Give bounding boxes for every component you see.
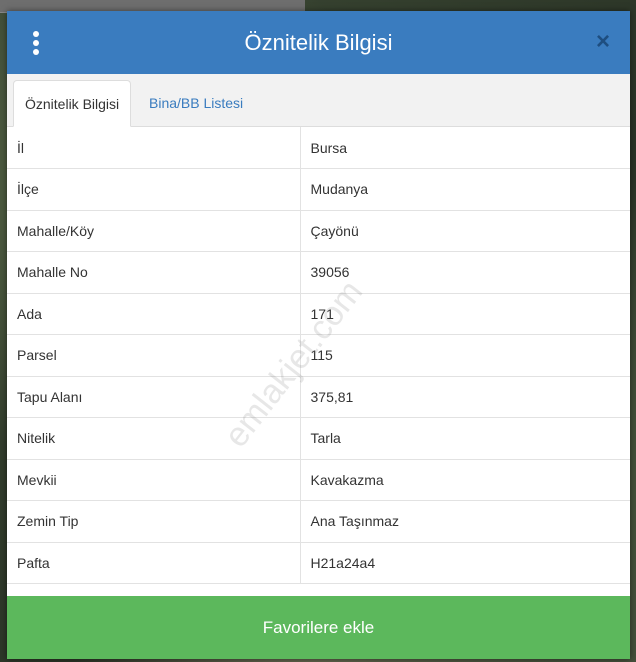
attribute-key: İl (7, 127, 301, 169)
attribute-value: Bursa (300, 127, 630, 169)
table-row: Nitelik Tarla (7, 417, 630, 460)
table-row: İlçe Mudanya (7, 168, 630, 211)
table-row: Tapu Alanı 375,81 (7, 376, 630, 418)
attribute-value: Tarla (300, 417, 630, 460)
table-row: Zemin Tip Ana Taşınmaz (7, 500, 630, 543)
add-to-favorites-button[interactable]: Favorilere ekle (7, 596, 630, 659)
tab-bar: Öznitelik Bilgisi Bina/BB Listesi (7, 74, 630, 127)
attribute-key: Pafta (7, 542, 301, 584)
attribute-key: Tapu Alanı (7, 376, 301, 418)
tab-building-list[interactable]: Bina/BB Listesi (138, 80, 254, 126)
attribute-key: Ada (7, 293, 301, 335)
attribute-key: Mahalle/Köy (7, 210, 301, 252)
attribute-value: Mudanya (300, 168, 630, 211)
table-row: Mahalle/Köy Çayönü (7, 210, 630, 252)
table-row: Mahalle No 39056 (7, 251, 630, 294)
table-row: Ada 171 (7, 293, 630, 335)
close-icon[interactable]: × (592, 30, 614, 54)
more-options-icon[interactable] (31, 31, 41, 55)
tab-attribute-info[interactable]: Öznitelik Bilgisi (13, 80, 132, 127)
attribute-key: Mahalle No (7, 251, 301, 294)
attribute-key: İlçe (7, 168, 301, 211)
attribute-value: H21a24a4 (300, 542, 630, 584)
attribute-value: Ana Taşınmaz (300, 500, 630, 543)
table-row: Pafta H21a24a4 (7, 542, 630, 584)
table-row: Parsel 115 (7, 334, 630, 377)
attribute-value: Çayönü (300, 210, 630, 252)
table-row: Mevkii Kavakazma (7, 459, 630, 501)
dialog-header: Öznitelik Bilgisi × (7, 11, 630, 74)
attribute-value: 115 (300, 334, 630, 377)
attribute-table: İl Bursa İlçe Mudanya Mahalle/Köy Çayönü Mahal… (7, 127, 630, 584)
attribute-key: Nitelik (7, 417, 301, 460)
attribute-key: Zemin Tip (7, 500, 301, 543)
attribute-value: 171 (300, 293, 630, 335)
attribute-key: Parsel (7, 334, 301, 377)
attribute-key: Mevkii (7, 459, 301, 501)
attribute-value: 39056 (300, 251, 630, 294)
table-row: İl Bursa (7, 127, 630, 169)
attribute-info-dialog: Öznitelik Bilgisi × Öznitelik Bilgisi Bi… (7, 11, 630, 659)
attribute-value: 375,81 (300, 376, 630, 418)
attribute-value: Kavakazma (300, 459, 630, 501)
dialog-title: Öznitelik Bilgisi (244, 29, 393, 55)
